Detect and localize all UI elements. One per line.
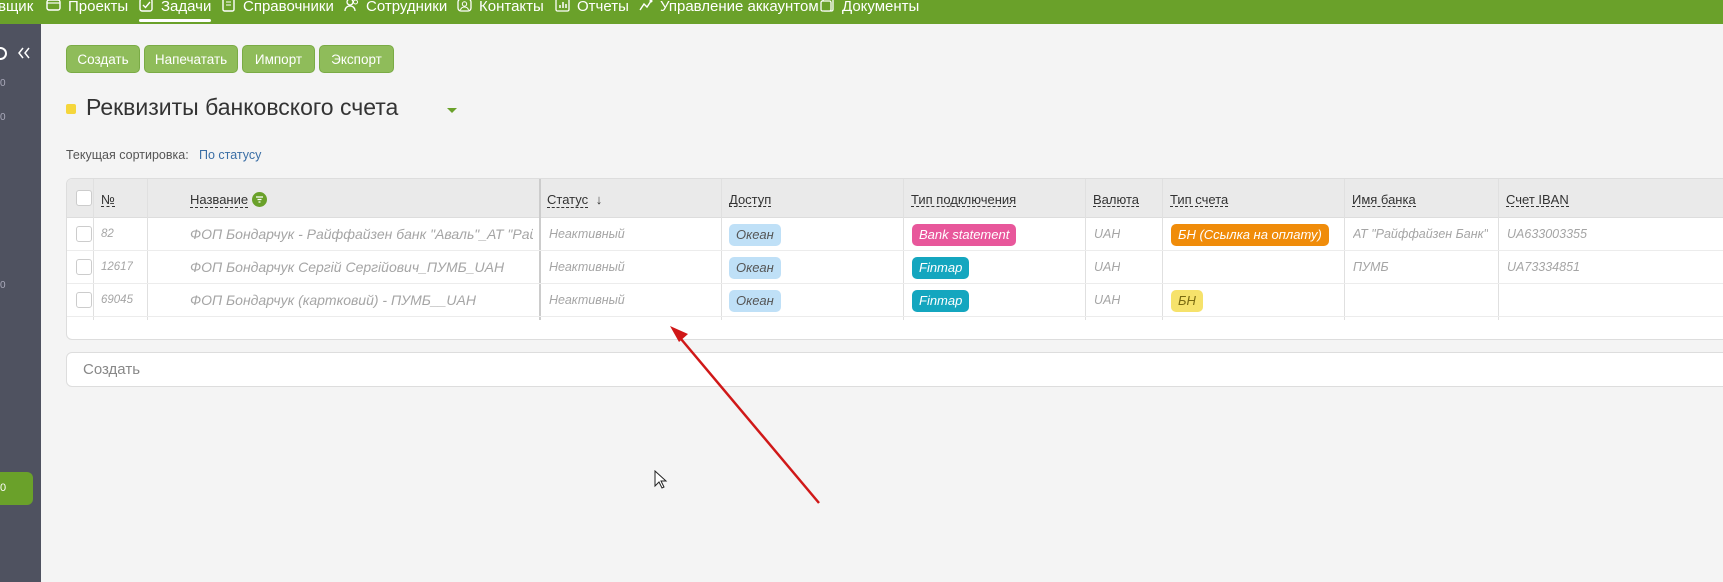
mouse-cursor-icon (654, 470, 668, 489)
annotation-arrow (670, 326, 820, 504)
